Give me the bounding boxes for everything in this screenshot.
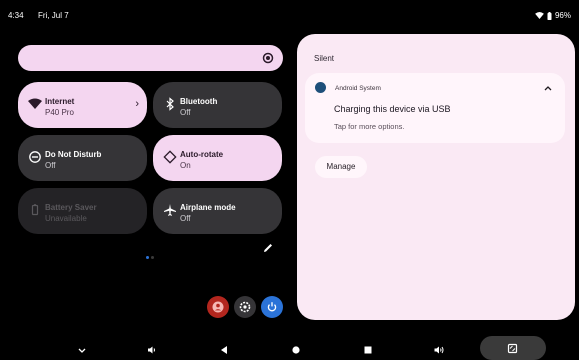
navigation-bar [0, 336, 579, 360]
overview-icon[interactable] [362, 344, 374, 356]
user-icon [212, 301, 224, 313]
notification-card[interactable]: Android System Charging this device via … [305, 73, 565, 143]
brightness-icon [262, 52, 274, 64]
manage-button[interactable]: Manage [315, 156, 367, 178]
tile-subtitle: Unavailable [45, 214, 87, 223]
tile-subtitle: Off [180, 214, 191, 223]
status-bar: 4:34 Fri, Jul 7 96% [0, 0, 579, 22]
section-label-silent: Silent [314, 54, 335, 63]
tile-battery-saver[interactable]: Battery Saver Unavailable [18, 188, 147, 234]
notification-title: Charging this device via USB [334, 104, 451, 114]
battery-icon [547, 11, 552, 20]
tile-airplane-mode[interactable]: Airplane mode Off [153, 188, 282, 234]
back-icon[interactable] [218, 344, 230, 356]
status-date: Fri, Jul 7 [38, 11, 69, 20]
brightness-slider[interactable] [18, 45, 283, 71]
wifi-signal-icon [535, 12, 544, 19]
power-icon [267, 302, 277, 312]
volume-down-icon[interactable] [146, 344, 158, 356]
tile-title: Internet [45, 97, 75, 106]
do-not-disturb-icon [29, 151, 41, 163]
bluetooth-icon [166, 97, 174, 111]
page-dot-active [146, 256, 149, 259]
tile-subtitle: P40 Pro [45, 108, 74, 117]
tile-subtitle: On [180, 161, 191, 170]
tile-title: Auto-rotate [180, 150, 224, 159]
tile-subtitle: Off [180, 108, 191, 117]
chevron-up-icon[interactable] [543, 83, 553, 93]
settings-button[interactable] [234, 296, 256, 318]
gear-icon [239, 301, 251, 313]
notification-panel: Silent Android System Charging this devi… [297, 34, 575, 320]
chevron-right-icon: › [135, 98, 139, 110]
edit-icon[interactable] [261, 241, 275, 255]
tile-auto-rotate[interactable]: Auto-rotate On [153, 135, 282, 181]
tile-subtitle: Off [45, 161, 56, 170]
battery-saver-icon [31, 204, 39, 216]
android-system-icon [315, 82, 326, 93]
tile-title: Battery Saver [45, 203, 97, 212]
auto-rotate-icon [163, 150, 177, 164]
status-time: 4:34 [8, 11, 24, 20]
notification-text: Tap for more options. [334, 122, 405, 131]
notification-app-name: Android System [335, 85, 381, 92]
tile-bluetooth[interactable]: Bluetooth Off [153, 82, 282, 128]
tile-title: Bluetooth [180, 97, 218, 106]
page-indicator [146, 246, 156, 264]
tile-internet[interactable]: Internet P40 Pro › [18, 82, 147, 128]
status-indicators: 96% [535, 11, 571, 20]
power-button[interactable] [261, 296, 283, 318]
volume-up-icon[interactable] [433, 344, 445, 356]
chevron-down-icon[interactable] [76, 344, 88, 356]
tile-title: Airplane mode [180, 203, 236, 212]
wifi-icon [28, 98, 42, 109]
tile-title: Do Not Disturb [45, 150, 102, 159]
page-dot [151, 256, 154, 259]
home-icon[interactable] [290, 344, 302, 356]
user-switch-button[interactable] [207, 296, 229, 318]
tile-do-not-disturb[interactable]: Do Not Disturb Off [18, 135, 147, 181]
rotate-icon [507, 343, 518, 354]
rotate-screen-button[interactable] [480, 336, 546, 360]
battery-percent: 96% [554, 11, 571, 20]
airplane-icon [164, 204, 176, 216]
